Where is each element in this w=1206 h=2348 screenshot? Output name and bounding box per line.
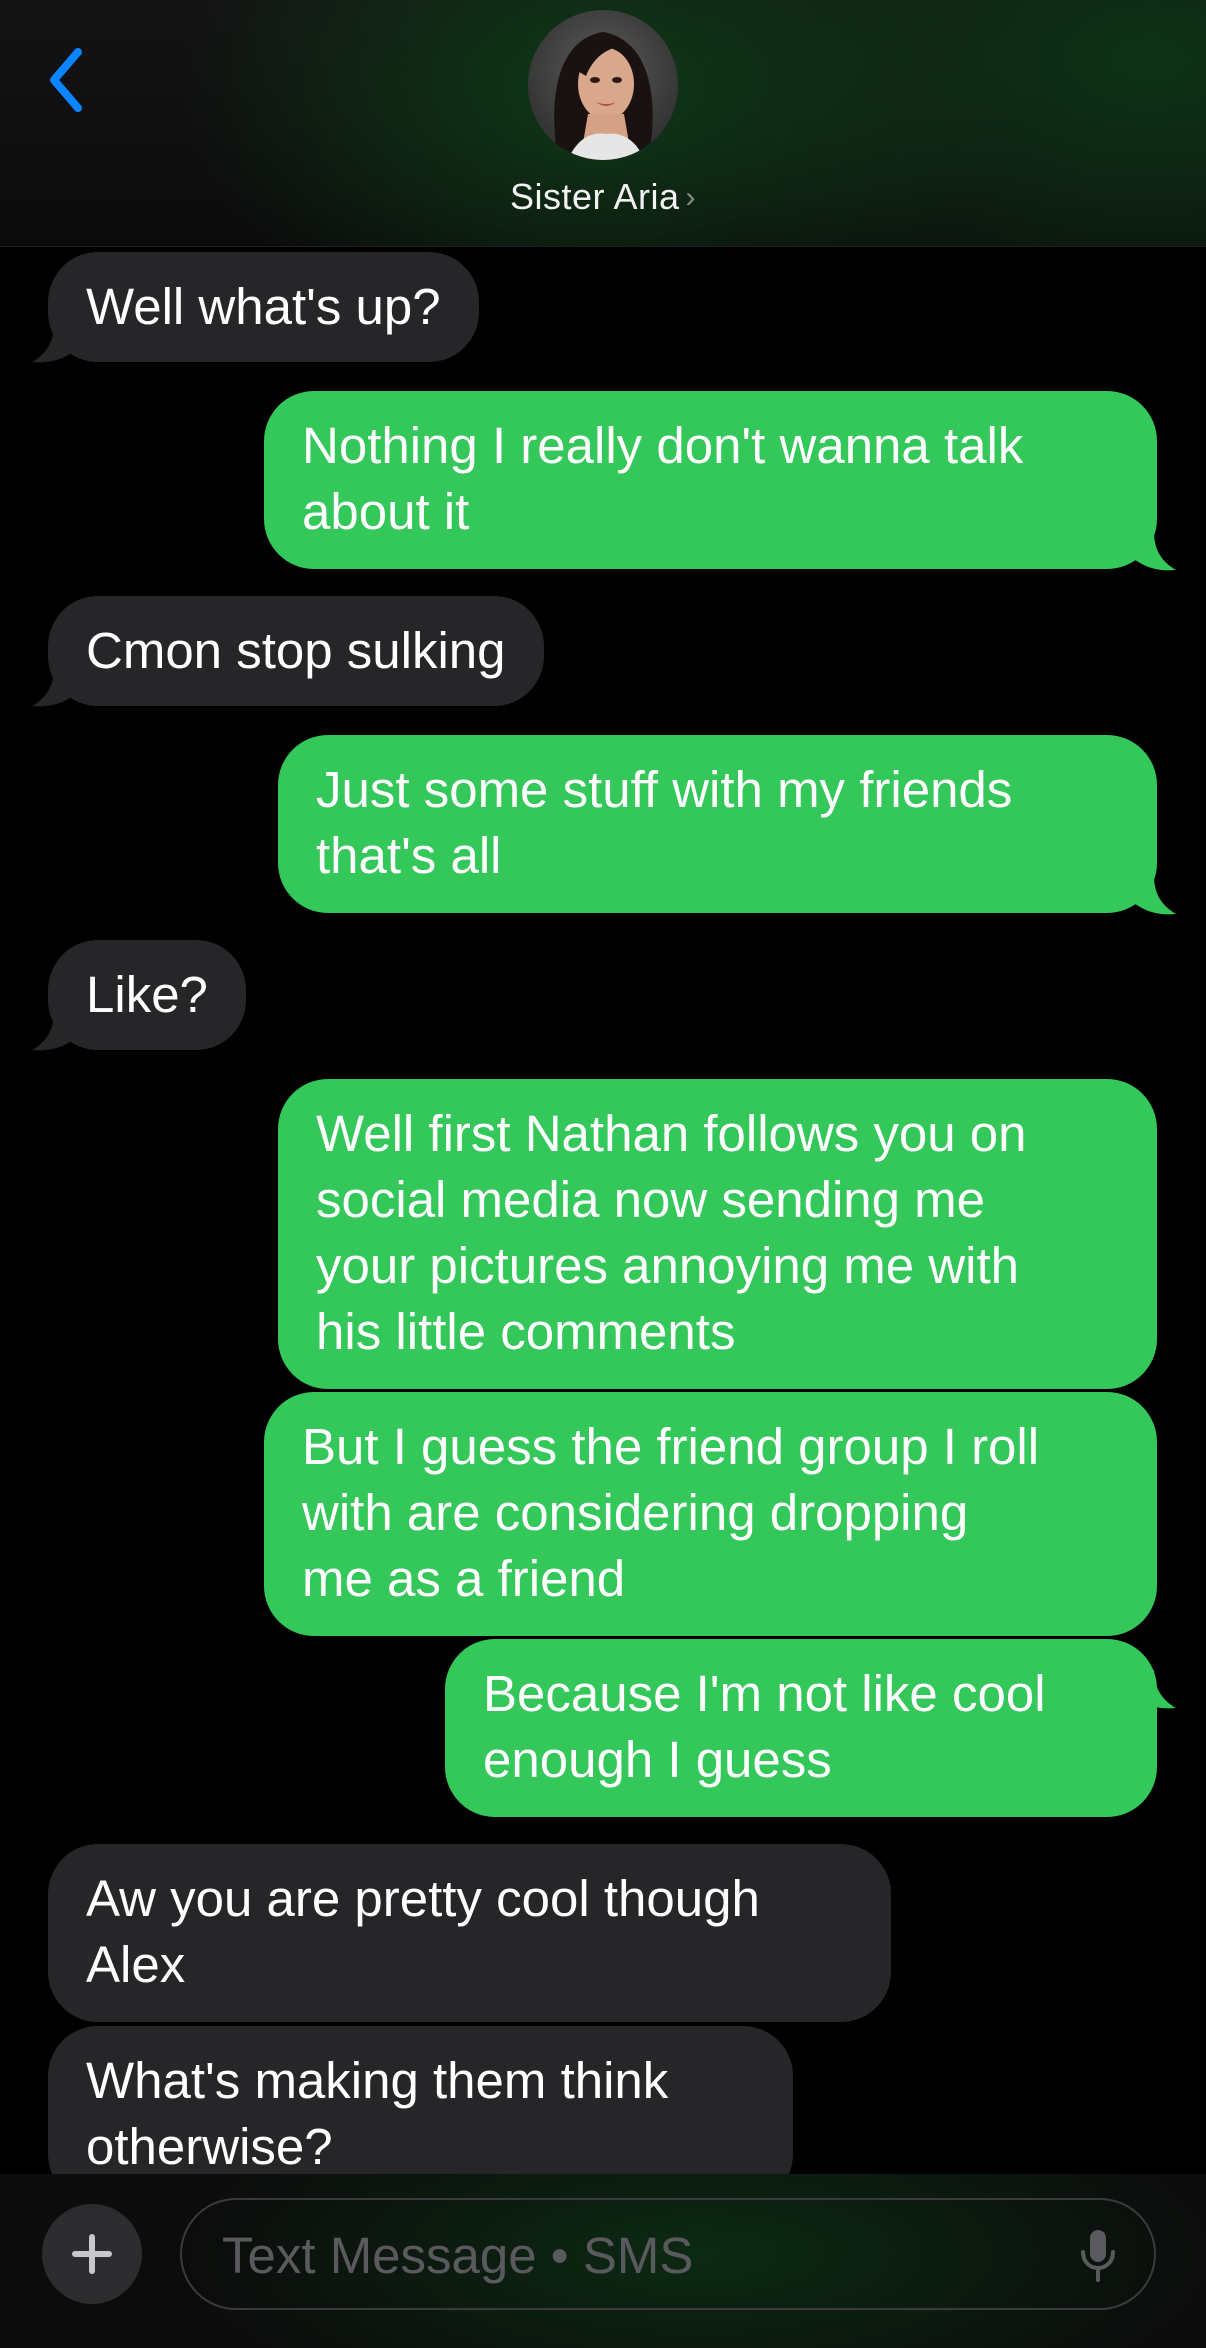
message-bubble-outgoing[interactable]: But I guess the friend group I roll with… <box>264 1392 1157 1636</box>
chevron-left-icon <box>50 48 82 112</box>
contact-name: Sister Aria <box>509 176 680 217</box>
conversation-header: Sister Aria › <box>0 0 1206 247</box>
message-bubble-outgoing[interactable]: Just some stuff with my friends that's a… <box>278 735 1157 913</box>
message-composer: Text Message • SMS <box>0 2174 1206 2348</box>
input-placeholder: Text Message • SMS <box>222 2227 694 2284</box>
message-bubble-incoming[interactable]: Well what's up? <box>48 252 479 362</box>
message-bubble-incoming[interactable]: Aw you are pretty cool though Alex <box>48 1844 891 2022</box>
message-input[interactable]: Text Message • SMS <box>180 2198 1156 2310</box>
contact-avatar[interactable] <box>528 10 678 160</box>
contact-name-button[interactable]: Sister Aria › <box>0 176 1206 218</box>
message-bubble-outgoing[interactable]: Nothing I really don't wanna talk about … <box>264 391 1157 569</box>
microphone-icon[interactable] <box>1078 2228 1118 2284</box>
message-bubble-outgoing[interactable]: Well first Nathan follows you on social … <box>278 1079 1157 1389</box>
chevron-right-icon: › <box>685 181 697 214</box>
message-thread[interactable]: Well what's up? Nothing I really don't w… <box>0 246 1206 2174</box>
back-button[interactable] <box>40 40 100 120</box>
message-bubble-incoming[interactable]: What's making them think otherwise? <box>48 2026 793 2174</box>
message-bubble-outgoing[interactable]: Because I'm not like cool enough I guess <box>445 1639 1157 1817</box>
message-bubble-incoming[interactable]: Like? <box>48 940 246 1050</box>
avatar-photo <box>528 10 678 160</box>
message-bubble-incoming[interactable]: Cmon stop sulking <box>48 596 544 706</box>
plus-icon[interactable] <box>42 2204 142 2304</box>
